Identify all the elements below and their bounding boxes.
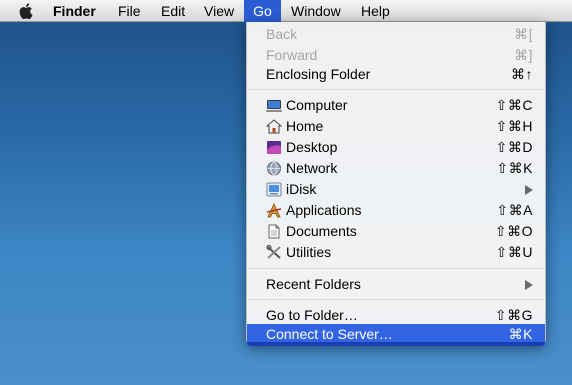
menu-separator — [248, 299, 544, 300]
computer-icon — [266, 100, 282, 112]
menu-item-forward[interactable]: Forward ⌘] — [247, 45, 545, 66]
apple-logo-icon — [19, 3, 33, 20]
menu-item-home[interactable]: Home ⇧⌘H — [247, 116, 545, 137]
menu-item-shortcut: ⇧⌘K — [496, 160, 533, 176]
menu-item-connect-to-server[interactable]: Connect to Server… ⌘K — [247, 324, 545, 344]
menu-item-shortcut: ⇧⌘C — [495, 97, 533, 113]
menu-item-shortcut: ⌘↑ — [511, 66, 533, 82]
submenu-arrow-icon — [525, 280, 533, 290]
home-icon — [266, 119, 282, 134]
applications-icon — [266, 203, 282, 218]
menu-separator — [248, 89, 544, 90]
menu-item-label: Back — [266, 26, 298, 42]
network-icon — [267, 161, 281, 176]
menu-item-label: Desktop — [286, 139, 338, 155]
desktop-icon — [267, 141, 281, 154]
apple-menu[interactable] — [11, 0, 41, 22]
menu-item-label: Forward — [266, 47, 318, 63]
menu-item-computer[interactable]: Computer ⇧⌘C — [247, 95, 545, 116]
menu-help[interactable]: Help — [352, 0, 399, 22]
documents-icon — [268, 224, 280, 239]
menu-window[interactable]: Window — [282, 0, 350, 22]
menu-item-network[interactable]: Network ⇧⌘K — [247, 158, 545, 179]
menu-item-applications[interactable]: Applications ⇧⌘A — [247, 200, 545, 221]
menu-item-label: Network — [286, 160, 338, 176]
menu-item-label: Applications — [286, 202, 362, 218]
menu-item-label: Utilities — [286, 244, 332, 260]
menu-item-shortcut: ⇧⌘O — [494, 223, 533, 239]
menu-view[interactable]: View — [195, 0, 243, 22]
menu-item-shortcut: ⇧⌘H — [495, 118, 533, 134]
menu-separator — [248, 268, 544, 269]
menu-item-shortcut: ⇧⌘D — [495, 139, 533, 155]
menu-item-label: Recent Folders — [266, 276, 361, 292]
menu-item-label: Computer — [286, 97, 348, 113]
menu-item-back[interactable]: Back ⌘[ — [247, 24, 545, 45]
menu-item-shortcut: ⇧⌘G — [494, 307, 533, 323]
menu-item-go-to-folder[interactable]: Go to Folder… ⇧⌘G — [247, 305, 545, 326]
menu-bar: Finder File Edit View Go Window Help — [0, 0, 572, 22]
go-menu-dropdown: Back ⌘[ Forward ⌘] Enclosing Folder ⌘↑ C… — [246, 22, 546, 346]
idisk-icon — [266, 182, 282, 197]
menu-item-idisk[interactable]: iDisk — [247, 179, 545, 200]
menu-item-label: Documents — [286, 223, 357, 239]
utilities-icon — [266, 245, 281, 259]
menu-item-label: iDisk — [286, 181, 317, 197]
menu-item-desktop[interactable]: Desktop ⇧⌘D — [247, 137, 545, 158]
submenu-arrow-icon — [525, 185, 533, 195]
menu-item-shortcut: ⌘] — [514, 47, 533, 63]
menu-bottom-edge — [247, 342, 545, 346]
menu-item-label: Go to Folder… — [266, 307, 358, 323]
menu-item-label: Home — [286, 118, 324, 134]
menu-item-utilities[interactable]: Utilities ⇧⌘U — [247, 242, 545, 263]
menu-item-shortcut: ⇧⌘U — [495, 244, 533, 260]
menu-item-shortcut: ⌘K — [508, 326, 533, 342]
menu-item-label: Enclosing Folder — [266, 66, 371, 82]
menu-file[interactable]: File — [109, 0, 150, 22]
menu-item-recent-folders[interactable]: Recent Folders — [247, 274, 545, 295]
menu-item-documents[interactable]: Documents ⇧⌘O — [247, 221, 545, 242]
menu-finder[interactable]: Finder — [44, 0, 105, 22]
menu-item-enclosing-folder[interactable]: Enclosing Folder ⌘↑ — [247, 64, 545, 85]
menu-item-label: Connect to Server… — [266, 326, 393, 342]
menu-go[interactable]: Go — [244, 0, 281, 22]
menu-item-shortcut: ⇧⌘A — [496, 202, 533, 218]
menu-edit[interactable]: Edit — [152, 0, 194, 22]
menu-item-shortcut: ⌘[ — [514, 26, 533, 42]
